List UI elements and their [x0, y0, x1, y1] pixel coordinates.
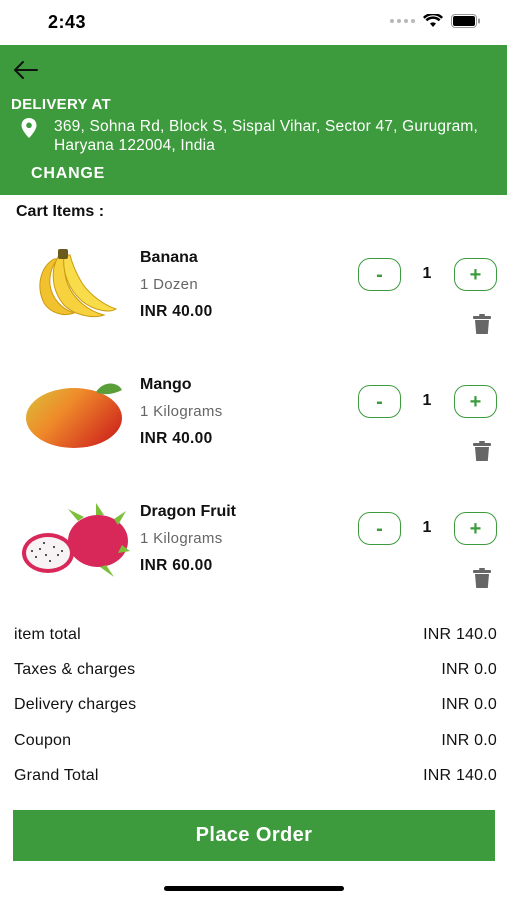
dragon-fruit-image	[22, 503, 130, 577]
item-name: Dragon Fruit	[140, 503, 236, 520]
summary-row-delivery: Delivery charges INR 0.0	[0, 692, 507, 727]
increase-quantity-button[interactable]: +	[454, 258, 497, 291]
place-order-button[interactable]: Place Order	[13, 810, 495, 861]
item-price: INR 60.00	[140, 557, 213, 574]
delivery-header: DELIVERY AT 369, Sohna Rd, Block S, Sisp…	[0, 45, 507, 195]
summary-value: INR 0.0	[441, 731, 497, 749]
delete-trash-icon[interactable]	[471, 440, 493, 462]
banana-image	[39, 249, 118, 318]
battery-icon	[451, 14, 480, 28]
item-name: Mango	[140, 376, 192, 393]
decrease-quantity-button[interactable]: -	[358, 258, 401, 291]
back-arrow-icon[interactable]	[12, 59, 40, 81]
status-icons	[390, 14, 481, 28]
increase-quantity-button[interactable]: +	[454, 385, 497, 418]
summary-label: Coupon	[14, 731, 72, 749]
location-pin-icon	[21, 118, 37, 138]
order-summary: item total INR 140.0 Taxes & charges INR…	[0, 622, 507, 798]
summary-value: INR 140.0	[423, 766, 497, 784]
decrease-quantity-button[interactable]: -	[358, 512, 401, 545]
quantity-value: 1	[422, 392, 432, 409]
status-bar: 2:43	[0, 0, 507, 45]
summary-row-coupon: Coupon INR 0.0	[0, 728, 507, 763]
home-indicator[interactable]	[164, 886, 344, 891]
cart-item-banana: Banana 1 Dozen INR 40.00 - 1 +	[0, 235, 507, 362]
cart-item-dragon-fruit: Dragon Fruit 1 Kilograms INR 60.00 - 1 +	[0, 489, 507, 616]
summary-value: INR 0.0	[441, 696, 497, 714]
wifi-icon	[423, 14, 443, 27]
status-time: 2:43	[48, 12, 87, 32]
cellular-signal-icon	[390, 19, 415, 23]
mango-image	[26, 383, 122, 448]
item-unit: 1 Kilograms	[140, 530, 223, 547]
quantity-value: 1	[422, 519, 432, 536]
decrease-quantity-button[interactable]: -	[358, 385, 401, 418]
item-price: INR 40.00	[140, 303, 213, 320]
summary-value: INR 140.0	[423, 626, 497, 643]
summary-label: item total	[14, 626, 81, 643]
summary-label: Delivery charges	[14, 696, 137, 714]
summary-label: Taxes & charges	[14, 661, 136, 679]
summary-label: Grand Total	[14, 766, 99, 784]
cart-item-mango: Mango 1 Kilograms INR 40.00 - 1 +	[0, 362, 507, 489]
delivery-address: 369, Sohna Rd, Block S, Sispal Vihar, Se…	[54, 118, 479, 154]
quantity-value: 1	[422, 265, 432, 282]
change-address-button[interactable]: CHANGE	[31, 165, 105, 183]
item-price: INR 40.00	[140, 430, 213, 447]
delete-trash-icon[interactable]	[471, 313, 493, 335]
delete-trash-icon[interactable]	[471, 567, 493, 589]
item-name: Banana	[140, 249, 198, 266]
summary-row-taxes: Taxes & charges INR 0.0	[0, 657, 507, 692]
summary-row-grand-total: Grand Total INR 140.0	[0, 763, 507, 798]
item-unit: 1 Dozen	[140, 276, 198, 293]
increase-quantity-button[interactable]: +	[454, 512, 497, 545]
summary-value: INR 0.0	[441, 661, 497, 679]
delivery-at-label: DELIVERY AT	[11, 96, 111, 113]
item-unit: 1 Kilograms	[140, 403, 223, 420]
cart-items-title: Cart Items :	[16, 203, 105, 220]
summary-row-item-total: item total INR 140.0	[0, 622, 507, 657]
